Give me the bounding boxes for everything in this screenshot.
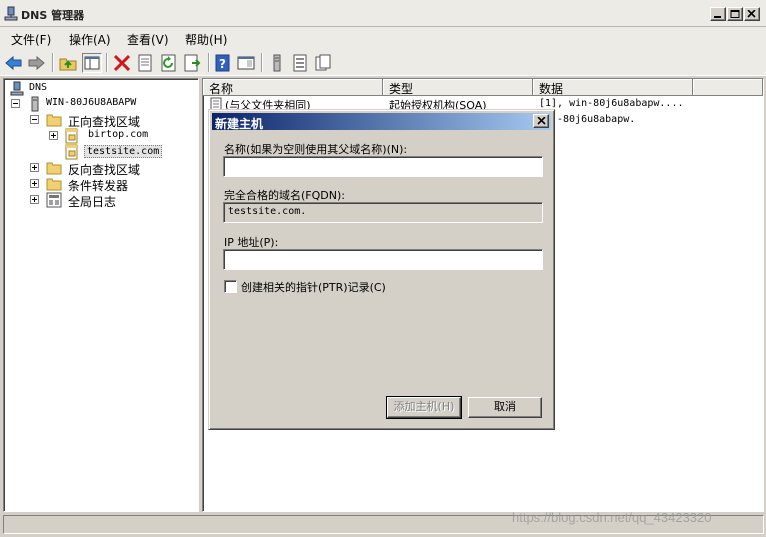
console-icon [237,56,255,70]
refresh-icon [161,54,176,72]
minimize-icon [714,16,721,18]
folder-icon [46,114,62,127]
watermark: https://blog.csdn.net/qq_43423320 [512,510,712,525]
action-pane-button[interactable] [236,53,256,73]
close-icon [537,117,546,125]
toolbar-separator [106,53,108,72]
back-icon [5,55,22,71]
zone-file-icon [65,144,78,160]
forward-button[interactable] [26,53,46,73]
add-host-button[interactable]: 添加主机(H) [386,396,462,419]
column-header-data[interactable]: 数据 [533,79,693,96]
delete-icon [113,54,131,72]
name-label: 名称(如果为空则使用其父域名称)(N): [224,143,408,156]
menu-help[interactable]: 帮助(H) [185,31,227,48]
menu-view[interactable]: 查看(V) [127,31,169,48]
copy-button[interactable] [313,53,333,73]
expander-conditional-forwarders[interactable] [30,179,39,188]
ptr-record-checkbox[interactable] [224,280,237,293]
fqdn-label: 完全合格的域名(FQDN): [224,189,345,202]
refresh-button[interactable] [159,53,179,73]
up-level-button[interactable] [58,53,78,73]
fqdn-field: testsite.com. [223,202,543,223]
title-bar: DNS 管理器 [0,0,766,27]
toolbar: ? [0,49,766,76]
export-icon [184,54,201,72]
dialog-close-button[interactable] [533,114,549,128]
delete-button[interactable] [112,53,132,73]
record-data: [1], win-80j6u8abapw.... [539,98,684,109]
column-header-type[interactable]: 类型 [383,79,533,96]
column-header-filler [693,79,763,96]
zone-file-icon [65,128,78,144]
properties-button[interactable] [135,53,155,73]
menu-action[interactable]: 操作(A) [69,31,111,48]
copy-icon [315,54,331,71]
log-icon [46,192,62,208]
close-window-button[interactable] [744,7,760,21]
expander-reverse-zones[interactable] [30,163,39,172]
record-button[interactable] [290,53,310,73]
record-data: -80j6u8abapw. [557,114,636,125]
export-list-button[interactable] [183,53,203,73]
forward-icon [28,55,45,71]
server-icon [273,54,281,72]
help-button[interactable]: ? [213,53,233,73]
folder-icon [46,162,62,175]
dns-app-icon [4,6,18,21]
server-icon [31,96,39,112]
maximize-button[interactable] [727,7,743,21]
folder-icon [46,178,62,191]
new-host-dialog: 新建主机 名称(如果为空则使用其父域名称)(N): 完全合格的域名(FQDN):… [208,109,555,430]
dns-icon [10,81,24,96]
show-hide-tree-button[interactable] [82,53,102,73]
show-hide-tree-icon [84,56,100,70]
name-input[interactable] [223,156,543,177]
toolbar-separator [52,53,54,72]
expander-zone-birtop[interactable] [49,131,58,140]
close-icon [747,10,756,18]
expander-server[interactable] [11,99,20,108]
maximize-icon [730,10,740,18]
help-icon: ? [215,54,230,72]
expander-global-logs[interactable] [30,195,39,204]
record-icon [293,54,307,72]
ip-label: IP 地址(P): [224,236,279,249]
toolbar-separator [208,53,210,72]
expander-forward-zones[interactable] [30,115,39,124]
window-title: DNS 管理器 [21,9,85,22]
toolbar-separator [261,53,263,72]
tree-panel[interactable]: DNS WIN-80J6U8ABAPW 正向查找区域 birtop.com te… [3,78,199,512]
svg-text:?: ? [219,57,226,71]
column-header-name[interactable]: 名称 [203,79,383,96]
menu-bar: 文件(F) 操作(A) 查看(V) 帮助(H) [0,27,766,49]
properties-icon [138,54,152,72]
ip-address-input[interactable] [223,249,543,270]
server-button[interactable] [267,53,287,73]
up-folder-icon [59,58,77,71]
ptr-record-label[interactable]: 创建相关的指针(PTR)记录(C) [241,279,386,295]
dialog-title-bar[interactable]: 新建主机 [212,113,551,131]
menu-file[interactable]: 文件(F) [11,31,51,48]
back-button[interactable] [4,53,24,73]
minimize-button[interactable] [710,7,726,21]
dialog-title: 新建主机 [215,117,264,131]
cancel-button[interactable]: 取消 [468,397,542,418]
